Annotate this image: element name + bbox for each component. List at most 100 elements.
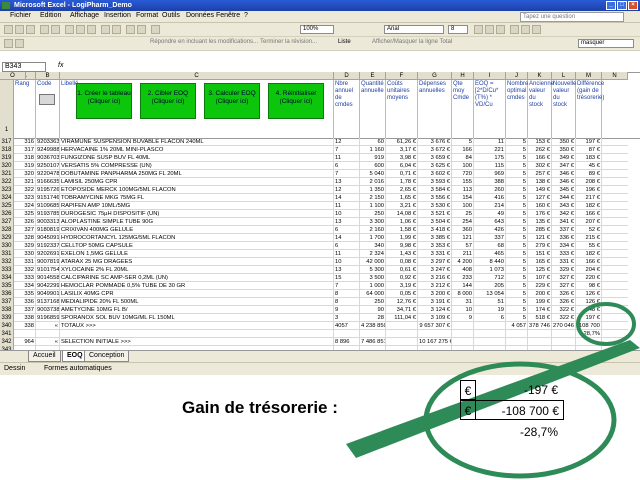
table-cell[interactable]: 3 556 € [418, 194, 452, 202]
table-cell[interactable]: 324 [14, 202, 36, 210]
table-cell[interactable]: 1,43 € [386, 250, 418, 258]
table-cell[interactable]: 279 € [528, 242, 552, 250]
table-cell[interactable]: 330 [14, 250, 36, 258]
table-cell[interactable]: 9,98 € [386, 242, 418, 250]
new-icon[interactable] [4, 25, 13, 34]
table-cell[interactable]: 9151746 [36, 194, 60, 202]
column-header-f[interactable]: F [386, 72, 418, 80]
open-icon[interactable] [15, 25, 24, 34]
table-cell[interactable]: « [36, 338, 60, 346]
table-cell[interactable]: 19 [474, 306, 506, 314]
table-cell[interactable]: 14 [334, 194, 360, 202]
table-cell[interactable]: 5 040 [360, 170, 386, 178]
table-cell[interactable]: RAPIFEN AMP 10ML/5MG [60, 202, 334, 210]
table-cell[interactable]: 262 € [528, 146, 552, 154]
table-cell[interactable]: 45 € [576, 162, 602, 170]
table-cell[interactable]: ATARAX 25 MG DRAGEES [60, 258, 334, 266]
table-cell[interactable]: 327 € [552, 274, 576, 282]
table-cell[interactable]: 334 [14, 282, 36, 290]
table-cell[interactable]: 5 [506, 178, 528, 186]
table-cell[interactable]: 107 € [528, 274, 552, 282]
table-cell[interactable]: 3,19 € [386, 282, 418, 290]
row-number[interactable]: 335 [0, 282, 14, 290]
table-cell[interactable]: 11 [334, 154, 360, 162]
table-cell[interactable]: 260 [474, 186, 506, 194]
table-cell[interactable]: 325 [14, 210, 36, 218]
table-cell[interactable]: 11 [334, 250, 360, 258]
table-cell[interactable]: 3 530 € [418, 202, 452, 210]
row-number[interactable]: 328 [0, 226, 14, 234]
table-cell[interactable] [386, 330, 418, 338]
table-cell[interactable]: 8 [334, 290, 360, 298]
print-icon[interactable] [40, 25, 49, 34]
row-number[interactable]: 325 [0, 202, 14, 210]
menu-fenetre[interactable]: Fenêtre [216, 12, 240, 19]
table-cell[interactable]: 204 € [576, 266, 602, 274]
row-number[interactable]: 332 [0, 258, 14, 266]
table-cell[interactable]: 5 [506, 202, 528, 210]
row-number[interactable]: 319 [0, 154, 14, 162]
row-number[interactable]: 321 [0, 170, 14, 178]
table-cell[interactable] [334, 330, 360, 338]
table-cell[interactable]: 3 418 € [418, 226, 452, 234]
table-cell[interactable]: LASILIX 40MG CPR [60, 290, 334, 298]
table-cell[interactable]: 416 [474, 194, 506, 202]
row-number[interactable]: 331 [0, 250, 14, 258]
table-cell[interactable]: 426 [474, 226, 506, 234]
ask-question-input[interactable]: Tapez une question [520, 12, 624, 22]
table-cell[interactable]: 3 584 € [418, 186, 452, 194]
table-cell[interactable]: 12 [334, 186, 360, 194]
table-cell[interactable]: ETOPOSIDE MERCK 100MG/5ML FLACON [60, 186, 334, 194]
table-cell[interactable] [60, 330, 334, 338]
table-cell[interactable]: 207 € [576, 218, 602, 226]
table-cell[interactable]: 5 [506, 242, 528, 250]
undo-icon[interactable] [101, 25, 110, 34]
table-cell[interactable]: 12,76 € [386, 298, 418, 306]
table-cell[interactable]: 211 [452, 250, 474, 258]
table-cell[interactable]: 3 500 [360, 274, 386, 282]
table-cell[interactable]: 9045091 [36, 234, 60, 242]
table-cell[interactable]: 9109685 [36, 202, 60, 210]
autoshapes-menu[interactable]: Formes automatiques [44, 363, 112, 375]
column-header-c[interactable]: C [60, 72, 334, 80]
table-cell[interactable]: 964 [14, 338, 36, 346]
table-cell[interactable]: 3,21 € [386, 202, 418, 210]
table-cell[interactable]: MEDIALIPIDE 20% FL 500ML [60, 298, 334, 306]
table-cell[interactable]: 166 € [576, 258, 602, 266]
column-header-g[interactable]: G [418, 72, 452, 80]
table-cell[interactable]: 327 € [552, 282, 576, 290]
draw-icon[interactable] [4, 39, 13, 48]
table-cell[interactable]: 100 [452, 162, 474, 170]
menu-help[interactable]: ? [244, 12, 248, 19]
table-cell[interactable]: 2 150 [360, 194, 386, 202]
table-cell[interactable]: 3 297 € [418, 258, 452, 266]
table-cell[interactable]: 340 [360, 242, 386, 250]
table-cell[interactable]: 3 109 € [418, 314, 452, 322]
table-cell[interactable]: 13 [334, 218, 360, 226]
table-cell[interactable]: 408 [452, 266, 474, 274]
table-cell[interactable]: 98 € [576, 282, 602, 290]
table-cell[interactable]: 115 [474, 162, 506, 170]
table-cell[interactable]: 229 € [528, 282, 552, 290]
table-cell[interactable]: SELECTION INITIALE >>> [60, 338, 334, 346]
table-cell[interactable]: 3 [334, 314, 360, 322]
table-cell[interactable]: 336 [14, 298, 36, 306]
comment-icon[interactable] [15, 39, 24, 48]
table-cell[interactable]: EXELON 1,5MG GELULE [60, 250, 334, 258]
table-cell[interactable]: 34,71 € [386, 306, 418, 314]
table-cell[interactable]: 329 [14, 242, 36, 250]
table-cell[interactable] [14, 330, 36, 338]
tab-conception[interactable]: Conception [84, 351, 130, 362]
table-cell[interactable]: 1,65 € [386, 194, 418, 202]
table-cell[interactable]: FUNGIZONE SUSP BUV FL 40ML [60, 154, 334, 162]
align-right-icon[interactable] [532, 25, 541, 34]
table-cell[interactable]: 5 [506, 274, 528, 282]
table-cell[interactable]: 331 [14, 258, 36, 266]
dessin-menu[interactable]: Dessin [4, 363, 25, 375]
table-cell[interactable]: 327 [14, 226, 36, 234]
table-cell[interactable]: 969 [474, 170, 506, 178]
target-eoq-button[interactable]: 2. Cibler EOQ (Cliquer ici) [140, 83, 196, 119]
table-cell[interactable]: 125 € [528, 266, 552, 274]
row-number[interactable]: 342 [0, 338, 14, 346]
table-cell[interactable]: 326 € [552, 290, 576, 298]
